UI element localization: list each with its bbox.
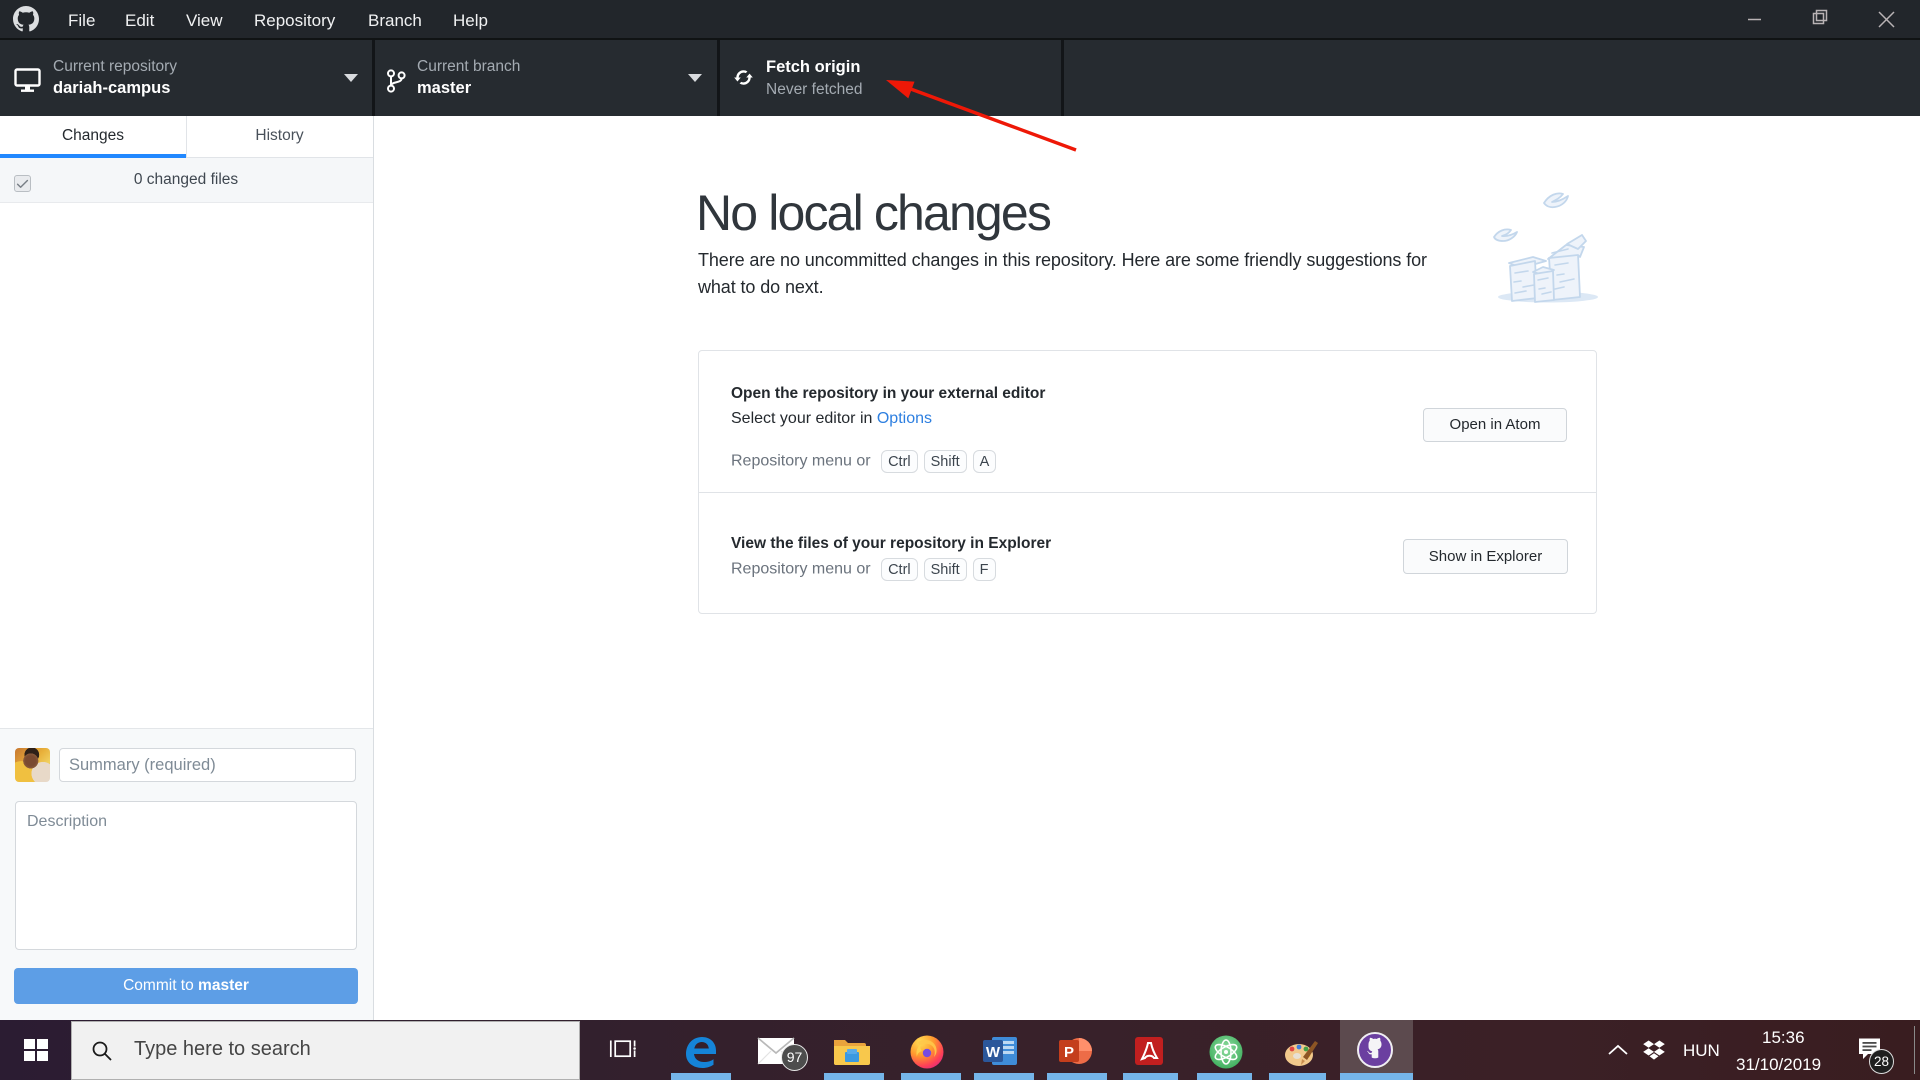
svg-text:W: W	[986, 1044, 1001, 1061]
svg-text:P: P	[1064, 1044, 1074, 1061]
